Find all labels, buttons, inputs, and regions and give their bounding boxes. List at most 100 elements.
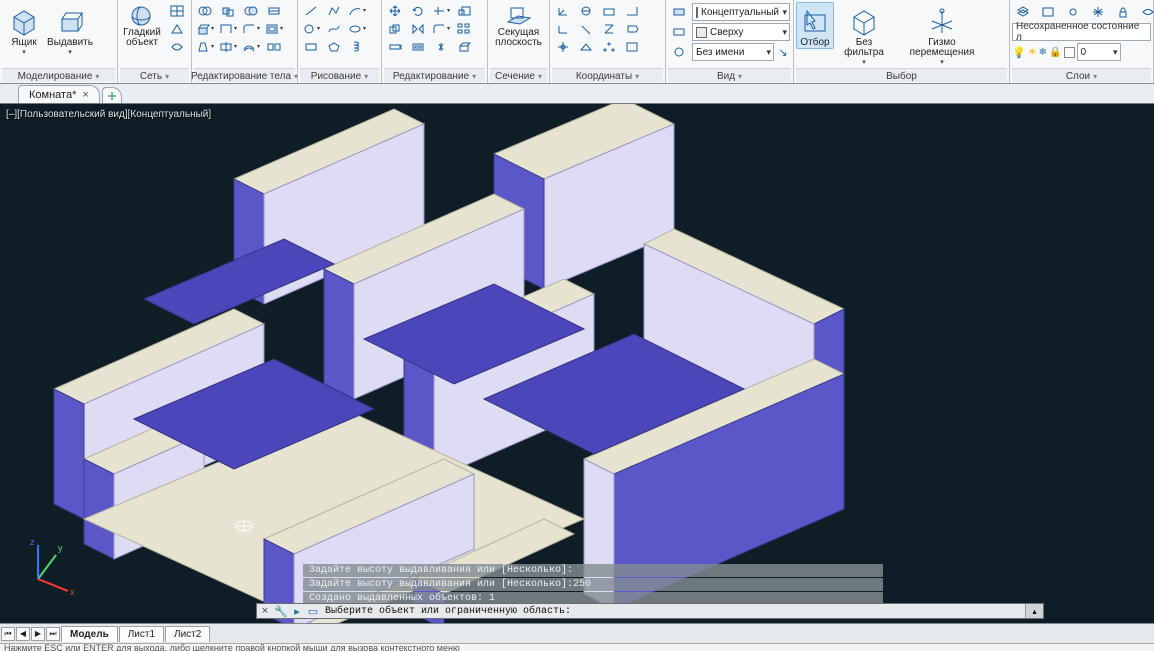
- view-dir-icon[interactable]: [668, 24, 690, 41]
- ucs-face-icon[interactable]: [621, 20, 643, 37]
- nav-next-icon[interactable]: ▶: [31, 627, 45, 641]
- ucs-y-icon[interactable]: [575, 20, 597, 37]
- ellipse-icon[interactable]: ▾: [346, 20, 368, 37]
- ucs-x-icon[interactable]: [552, 20, 574, 37]
- extrude-button[interactable]: Выдавить ▾: [48, 2, 92, 57]
- offset-icon[interactable]: [407, 38, 429, 55]
- layout-nav: ⏮ ◀ ▶ ⏭: [0, 627, 60, 641]
- helix-icon[interactable]: [346, 38, 368, 55]
- layer-freeze-icon[interactable]: [1087, 4, 1109, 21]
- ucs-3point-icon[interactable]: [598, 38, 620, 55]
- panel-title-modify[interactable]: Редактирование▾: [384, 68, 485, 82]
- panel-solid-editing: ▾ ▾ ▾ ▾ ▾ ▾ ▾ Редактирование тела▾: [192, 0, 298, 83]
- panel-title-layers[interactable]: Слои▾: [1012, 68, 1151, 82]
- panel-title-mesh[interactable]: Сеть▾: [120, 68, 189, 82]
- cmd-line: Задайте высоту выдавливания или [Несколь…: [303, 564, 883, 577]
- visual-style-dropdown[interactable]: Концептуальный: [692, 3, 790, 21]
- offset-face-icon[interactable]: ▾: [217, 20, 239, 37]
- command-prompt[interactable]: × 🔧 ▸ ▭ Выберите объект или ограниченную…: [256, 603, 1044, 619]
- mirror-icon[interactable]: [407, 20, 429, 37]
- subtract-icon[interactable]: [217, 2, 239, 19]
- erase-icon[interactable]: [453, 38, 475, 55]
- shell-icon[interactable]: ▾: [263, 20, 285, 37]
- select-pick-button[interactable]: Отбор: [796, 2, 834, 49]
- ucs-icon[interactable]: [552, 2, 574, 19]
- layer-lock-icon[interactable]: [1112, 4, 1134, 21]
- polygon-icon[interactable]: [323, 38, 345, 55]
- tab-model[interactable]: Модель: [61, 626, 118, 642]
- named-view-icon[interactable]: [668, 44, 690, 61]
- layer-iso-icon[interactable]: [1062, 4, 1084, 21]
- thicken-icon[interactable]: ▾: [240, 38, 262, 55]
- visual-style-icon[interactable]: [668, 4, 690, 21]
- ucs-world-icon[interactable]: [575, 2, 597, 19]
- mesh-refine-icon[interactable]: [166, 20, 188, 37]
- view-direction-dropdown[interactable]: Сверху: [692, 23, 790, 41]
- dialog-launcher-icon[interactable]: ↘: [776, 44, 790, 61]
- layer-color-swatch[interactable]: [1064, 47, 1075, 58]
- layer-states-icon[interactable]: [1037, 4, 1059, 21]
- fillet-edge-icon[interactable]: ▾: [240, 20, 262, 37]
- union-icon[interactable]: [194, 2, 216, 19]
- taper-face-icon[interactable]: ▾: [194, 38, 216, 55]
- mesh-smooth-icon[interactable]: [166, 38, 188, 55]
- panel-title-section[interactable]: Сечение▾: [490, 68, 547, 82]
- panel-title-coords[interactable]: Координаты▾: [552, 68, 663, 82]
- rectangle-icon[interactable]: [300, 38, 322, 55]
- stretch-icon[interactable]: [384, 38, 406, 55]
- circle-icon[interactable]: ▾: [300, 20, 322, 37]
- polyline-icon[interactable]: [323, 2, 345, 19]
- ucs-named-icon[interactable]: [621, 38, 643, 55]
- copy-icon[interactable]: [384, 20, 406, 37]
- arc-icon[interactable]: ▾: [346, 2, 368, 19]
- new-tab-button[interactable]: [102, 87, 122, 103]
- panel-title-draw[interactable]: Рисование▾: [300, 68, 379, 82]
- chevron-down-icon: ▾: [22, 48, 26, 56]
- scale-icon[interactable]: [453, 2, 475, 19]
- tab-sheet1[interactable]: Лист1: [119, 626, 164, 642]
- explode-icon[interactable]: [430, 38, 452, 55]
- scroll-up-icon[interactable]: ▴: [1025, 604, 1043, 618]
- command-prompt-text[interactable]: Выберите объект или ограниченную область…: [321, 606, 1025, 617]
- smooth-object-button[interactable]: Гладкий объект: [120, 2, 164, 49]
- panel-title-solid-edit[interactable]: Редактирование тела▾: [194, 68, 295, 82]
- section-plane-button[interactable]: Секущая плоскость: [492, 2, 546, 49]
- current-layer-dropdown[interactable]: 0: [1077, 43, 1121, 61]
- imprint-icon[interactable]: [263, 2, 285, 19]
- extrude-face-icon[interactable]: ▾: [194, 20, 216, 37]
- nav-first-icon[interactable]: ⏮: [1, 627, 15, 641]
- nav-last-icon[interactable]: ⏭: [46, 627, 60, 641]
- ucs-object-icon[interactable]: [575, 38, 597, 55]
- slice-icon[interactable]: ▾: [217, 38, 239, 55]
- fillet-icon[interactable]: ▾: [430, 20, 452, 37]
- move-icon[interactable]: [384, 2, 406, 19]
- ucs-view-icon[interactable]: [621, 2, 643, 19]
- intersect-icon[interactable]: [240, 2, 262, 19]
- box-button[interactable]: Ящик ▾: [2, 2, 46, 57]
- document-tab[interactable]: Комната* ×: [18, 85, 100, 103]
- trim-icon[interactable]: ▾: [430, 2, 452, 19]
- move-gizmo-button[interactable]: Гизмо перемещения ▾: [894, 2, 990, 67]
- rotate-icon[interactable]: [407, 2, 429, 19]
- no-filter-button[interactable]: Без фильтра ▾: [836, 2, 892, 67]
- layers-icon[interactable]: [1012, 4, 1034, 21]
- close-icon[interactable]: ×: [82, 89, 88, 101]
- line-icon[interactable]: [300, 2, 322, 19]
- ucs-prev-icon[interactable]: [598, 2, 620, 19]
- nav-prev-icon[interactable]: ◀: [16, 627, 30, 641]
- viewport[interactable]: [–][Пользовательский вид][Концептуальный…: [0, 104, 1154, 623]
- spline-icon[interactable]: [323, 20, 345, 37]
- layer-off-icon[interactable]: [1137, 4, 1154, 21]
- layer-state-field[interactable]: Несохраненное состояние л: [1012, 23, 1151, 41]
- ucs-origin-icon[interactable]: [552, 38, 574, 55]
- close-icon[interactable]: ×: [257, 605, 273, 617]
- named-view-dropdown[interactable]: Без имени: [692, 43, 774, 61]
- separate-icon[interactable]: [263, 38, 285, 55]
- panel-title-modeling[interactable]: Моделирование▾: [2, 68, 115, 82]
- wrench-icon[interactable]: 🔧: [273, 605, 289, 618]
- array-icon[interactable]: [453, 20, 475, 37]
- panel-title-view[interactable]: Вид▾: [668, 68, 791, 82]
- ucs-z-icon[interactable]: [598, 20, 620, 37]
- mesh-icon[interactable]: [166, 2, 188, 19]
- tab-sheet2[interactable]: Лист2: [165, 626, 210, 642]
